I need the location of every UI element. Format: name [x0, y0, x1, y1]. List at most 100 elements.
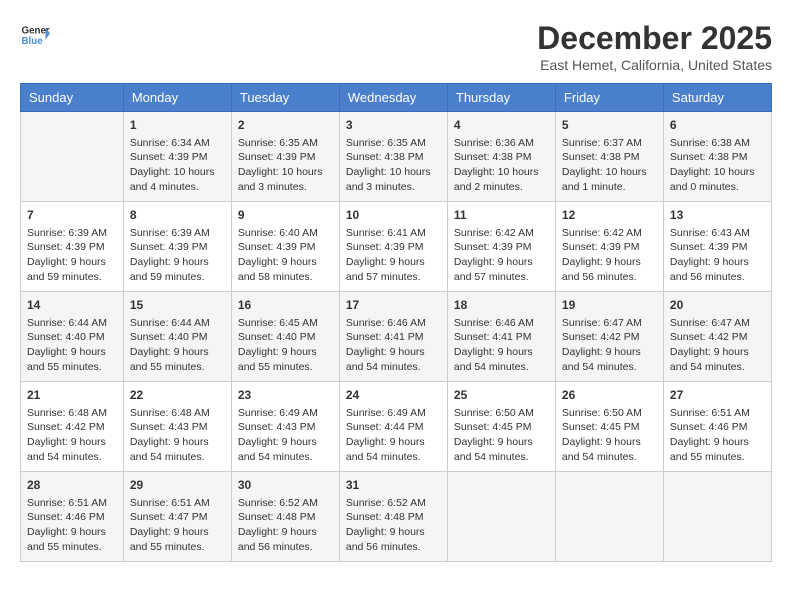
cell-text: Sunset: 4:43 PM	[130, 420, 225, 435]
header-cell-monday: Monday	[123, 84, 231, 112]
cell-text: and 55 minutes.	[670, 450, 765, 465]
cell-text: Sunset: 4:43 PM	[238, 420, 333, 435]
cell-text: Sunset: 4:42 PM	[27, 420, 117, 435]
cell-text: Sunrise: 6:47 AM	[562, 316, 657, 331]
cell-text: Sunset: 4:39 PM	[238, 150, 333, 165]
cell-text: and 55 minutes.	[130, 540, 225, 555]
cell-text: and 55 minutes.	[238, 360, 333, 375]
calendar-cell: 15Sunrise: 6:44 AMSunset: 4:40 PMDayligh…	[123, 292, 231, 382]
calendar-cell: 9Sunrise: 6:40 AMSunset: 4:39 PMDaylight…	[231, 202, 339, 292]
day-number: 31	[346, 477, 441, 494]
day-number: 24	[346, 387, 441, 404]
calendar-cell: 21Sunrise: 6:48 AMSunset: 4:42 PMDayligh…	[21, 382, 124, 472]
cell-text: Daylight: 9 hours	[130, 525, 225, 540]
day-number: 23	[238, 387, 333, 404]
calendar-body: 1Sunrise: 6:34 AMSunset: 4:39 PMDaylight…	[21, 112, 772, 562]
cell-text: and 54 minutes.	[130, 450, 225, 465]
calendar-cell: 31Sunrise: 6:52 AMSunset: 4:48 PMDayligh…	[339, 472, 447, 562]
cell-text: Sunrise: 6:49 AM	[238, 406, 333, 421]
calendar-cell: 20Sunrise: 6:47 AMSunset: 4:42 PMDayligh…	[663, 292, 771, 382]
cell-text: Sunrise: 6:48 AM	[130, 406, 225, 421]
cell-text: Sunrise: 6:42 AM	[562, 226, 657, 241]
cell-text: Sunrise: 6:39 AM	[130, 226, 225, 241]
cell-text: Daylight: 9 hours	[130, 435, 225, 450]
cell-text: Sunset: 4:38 PM	[454, 150, 549, 165]
cell-text: Daylight: 10 hours	[562, 165, 657, 180]
cell-text: Sunrise: 6:50 AM	[562, 406, 657, 421]
cell-text: Sunset: 4:46 PM	[670, 420, 765, 435]
cell-text: Sunrise: 6:35 AM	[346, 136, 441, 151]
header-cell-sunday: Sunday	[21, 84, 124, 112]
cell-text: Sunset: 4:41 PM	[346, 330, 441, 345]
cell-text: and 54 minutes.	[454, 450, 549, 465]
cell-text: Daylight: 10 hours	[454, 165, 549, 180]
cell-text: and 54 minutes.	[346, 450, 441, 465]
calendar-cell: 14Sunrise: 6:44 AMSunset: 4:40 PMDayligh…	[21, 292, 124, 382]
cell-text: Daylight: 9 hours	[346, 255, 441, 270]
cell-text: Sunset: 4:39 PM	[670, 240, 765, 255]
cell-text: Sunrise: 6:42 AM	[454, 226, 549, 241]
cell-text: Sunset: 4:38 PM	[670, 150, 765, 165]
header-cell-saturday: Saturday	[663, 84, 771, 112]
calendar-week-2: 7Sunrise: 6:39 AMSunset: 4:39 PMDaylight…	[21, 202, 772, 292]
header-cell-friday: Friday	[555, 84, 663, 112]
cell-text: Daylight: 9 hours	[238, 255, 333, 270]
month-title: December 2025	[537, 20, 772, 57]
cell-text: Sunrise: 6:51 AM	[27, 496, 117, 511]
calendar-cell: 6Sunrise: 6:38 AMSunset: 4:38 PMDaylight…	[663, 112, 771, 202]
cell-text: Daylight: 10 hours	[238, 165, 333, 180]
cell-text: and 59 minutes.	[130, 270, 225, 285]
day-number: 21	[27, 387, 117, 404]
cell-text: Daylight: 9 hours	[454, 255, 549, 270]
cell-text: Sunrise: 6:44 AM	[27, 316, 117, 331]
calendar-cell: 29Sunrise: 6:51 AMSunset: 4:47 PMDayligh…	[123, 472, 231, 562]
cell-text: Sunrise: 6:41 AM	[346, 226, 441, 241]
logo: General Blue	[20, 20, 54, 50]
calendar-week-1: 1Sunrise: 6:34 AMSunset: 4:39 PMDaylight…	[21, 112, 772, 202]
cell-text: and 55 minutes.	[27, 540, 117, 555]
calendar-cell: 1Sunrise: 6:34 AMSunset: 4:39 PMDaylight…	[123, 112, 231, 202]
cell-text: Daylight: 9 hours	[130, 345, 225, 360]
cell-text: Sunrise: 6:35 AM	[238, 136, 333, 151]
day-number: 26	[562, 387, 657, 404]
day-number: 15	[130, 297, 225, 314]
calendar-cell: 17Sunrise: 6:46 AMSunset: 4:41 PMDayligh…	[339, 292, 447, 382]
page-header: General Blue December 2025 East Hemet, C…	[20, 20, 772, 73]
cell-text: Sunset: 4:40 PM	[27, 330, 117, 345]
cell-text: Sunset: 4:39 PM	[27, 240, 117, 255]
calendar-cell: 23Sunrise: 6:49 AMSunset: 4:43 PMDayligh…	[231, 382, 339, 472]
cell-text: Sunrise: 6:51 AM	[670, 406, 765, 421]
cell-text: Daylight: 9 hours	[454, 435, 549, 450]
calendar-table: SundayMondayTuesdayWednesdayThursdayFrid…	[20, 83, 772, 562]
calendar-week-5: 28Sunrise: 6:51 AMSunset: 4:46 PMDayligh…	[21, 472, 772, 562]
header-cell-thursday: Thursday	[447, 84, 555, 112]
cell-text: Sunrise: 6:48 AM	[27, 406, 117, 421]
cell-text: Daylight: 9 hours	[562, 435, 657, 450]
cell-text: and 2 minutes.	[454, 180, 549, 195]
calendar-cell: 27Sunrise: 6:51 AMSunset: 4:46 PMDayligh…	[663, 382, 771, 472]
day-number: 10	[346, 207, 441, 224]
cell-text: and 54 minutes.	[27, 450, 117, 465]
cell-text: and 56 minutes.	[670, 270, 765, 285]
calendar-cell: 8Sunrise: 6:39 AMSunset: 4:39 PMDaylight…	[123, 202, 231, 292]
cell-text: Sunrise: 6:47 AM	[670, 316, 765, 331]
cell-text: Sunset: 4:46 PM	[27, 510, 117, 525]
cell-text: Daylight: 9 hours	[346, 525, 441, 540]
day-number: 18	[454, 297, 549, 314]
cell-text: Sunset: 4:42 PM	[562, 330, 657, 345]
calendar-cell: 10Sunrise: 6:41 AMSunset: 4:39 PMDayligh…	[339, 202, 447, 292]
cell-text: Sunrise: 6:51 AM	[130, 496, 225, 511]
calendar-cell: 28Sunrise: 6:51 AMSunset: 4:46 PMDayligh…	[21, 472, 124, 562]
calendar-cell	[21, 112, 124, 202]
cell-text: Sunset: 4:47 PM	[130, 510, 225, 525]
calendar-cell: 30Sunrise: 6:52 AMSunset: 4:48 PMDayligh…	[231, 472, 339, 562]
cell-text: and 57 minutes.	[454, 270, 549, 285]
cell-text: Sunset: 4:48 PM	[346, 510, 441, 525]
cell-text: Sunset: 4:42 PM	[670, 330, 765, 345]
day-number: 17	[346, 297, 441, 314]
cell-text: Daylight: 9 hours	[454, 345, 549, 360]
cell-text: and 54 minutes.	[346, 360, 441, 375]
cell-text: Sunrise: 6:34 AM	[130, 136, 225, 151]
cell-text: and 3 minutes.	[238, 180, 333, 195]
cell-text: Sunset: 4:39 PM	[562, 240, 657, 255]
